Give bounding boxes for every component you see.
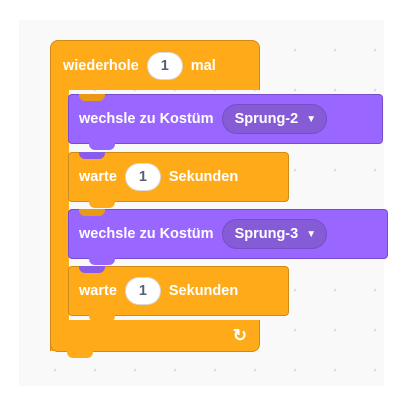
- repeat-block-footer: ↻: [50, 320, 260, 358]
- wait-block[interactable]: warte 1 Sekunden: [68, 152, 289, 208]
- wait-seconds-input[interactable]: 1: [124, 277, 161, 305]
- repeat-label: wiederhole: [63, 57, 139, 74]
- costume-dropdown-value: Sprung-3: [234, 226, 299, 242]
- wait-unit-label: Sekunden: [168, 169, 239, 185]
- switch-costume-block[interactable]: wechsle zu Kostüm Sprung-3 ▼: [68, 209, 388, 265]
- switch-costume-label: wechsle zu Kostüm: [79, 111, 214, 127]
- script-canvas[interactable]: wiederhole 1 mal ↻ wechsle zu Kostüm Spr…: [19, 20, 388, 386]
- wait-block[interactable]: warte 1 Sekunden: [68, 266, 289, 322]
- costume-dropdown[interactable]: Sprung-3 ▼: [221, 219, 328, 249]
- repeat-block[interactable]: wiederhole 1 mal: [50, 40, 260, 90]
- wait-seconds-input[interactable]: 1: [124, 163, 161, 191]
- chevron-down-icon: ▼: [306, 113, 317, 125]
- costume-dropdown-value: Sprung-2: [234, 111, 299, 127]
- switch-costume-block[interactable]: wechsle zu Kostüm Sprung-2 ▼: [68, 94, 383, 150]
- switch-costume-label: wechsle zu Kostüm: [79, 226, 214, 242]
- loop-arrow-icon: ↻: [232, 325, 247, 345]
- chevron-down-icon: ▼: [306, 228, 317, 240]
- wait-unit-label: Sekunden: [168, 283, 239, 299]
- repeat-count-input[interactable]: 1: [146, 51, 183, 80]
- wait-label: warte: [79, 169, 117, 185]
- repeat-suffix-label: mal: [190, 57, 216, 74]
- costume-dropdown[interactable]: Sprung-2 ▼: [221, 104, 328, 134]
- wait-label: warte: [79, 283, 117, 299]
- repeat-block-arm: [50, 89, 69, 351]
